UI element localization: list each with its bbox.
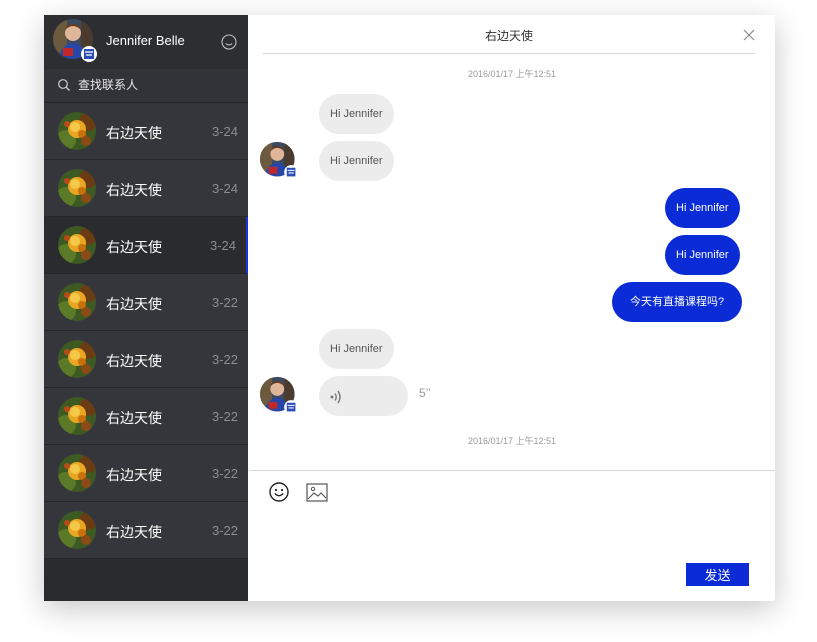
contact-date: 3-24 xyxy=(211,124,238,139)
contact-item[interactable]: 右边天使 3-22 xyxy=(44,388,248,445)
contact-date: 3-24 xyxy=(209,238,236,253)
contact-avatar xyxy=(58,112,96,150)
emoji-icon[interactable] xyxy=(268,481,290,503)
contact-item[interactable]: 右边天使 3-22 xyxy=(44,331,248,388)
contact-avatar xyxy=(58,340,96,378)
contact-avatar xyxy=(58,397,96,435)
contact-name: 右边天使 xyxy=(106,410,162,426)
message-timestamp: 2016/01/17 上午12:51 xyxy=(467,69,557,79)
incoming-message[interactable]: Hi Jennifer xyxy=(319,94,394,134)
profile-header: Jennifer Belle xyxy=(44,15,248,69)
contact-date: 3-22 xyxy=(211,295,238,310)
contact-avatar xyxy=(58,226,96,264)
voice-message[interactable] xyxy=(319,376,408,416)
message-timestamp: 2016/01/17 上午12:51 xyxy=(467,436,557,446)
sender-avatar[interactable] xyxy=(260,141,298,179)
chat-header: 右边天使 xyxy=(263,15,755,54)
composer: 发送 xyxy=(249,470,775,601)
contact-item[interactable]: 右边天使 3-24 xyxy=(44,160,248,217)
incoming-message[interactable]: Hi Jennifer xyxy=(319,141,394,181)
chat-window: Jennifer Belle 右边天使 3-24 xyxy=(44,15,775,601)
contact-item[interactable]: 右边天使 3-22 xyxy=(44,502,248,559)
smiley-icon[interactable] xyxy=(220,33,238,51)
message-input[interactable] xyxy=(268,511,762,560)
contact-item[interactable]: 右边天使 3-24 xyxy=(44,103,248,160)
search-bar xyxy=(44,69,248,103)
incoming-message[interactable]: Hi Jennifer xyxy=(319,329,394,369)
sidebar: Jennifer Belle 右边天使 3-24 xyxy=(44,15,248,601)
contact-list: 右边天使 3-24 右边天使 3-24 右边天使 3-24 右边天使 3-22 … xyxy=(44,103,248,559)
contact-item[interactable]: 右边天使 3-22 xyxy=(44,445,248,502)
outgoing-message[interactable]: 今天有直播课程吗? xyxy=(612,282,743,322)
sender-avatar[interactable] xyxy=(260,376,298,414)
contact-date: 3-22 xyxy=(211,466,238,481)
user-avatar[interactable] xyxy=(53,18,97,62)
search-icon xyxy=(57,78,71,92)
contact-name: 右边天使 xyxy=(106,467,162,483)
contact-avatar xyxy=(58,283,96,321)
contact-name: 右边天使 xyxy=(106,182,162,198)
contact-name: 右边天使 xyxy=(106,239,162,255)
contact-name: 右边天使 xyxy=(106,296,162,312)
voice-duration: 5’’ xyxy=(419,386,431,400)
contact-name: 右边天使 xyxy=(106,353,162,369)
close-icon[interactable] xyxy=(743,28,755,41)
outgoing-message[interactable]: Hi Jennifer xyxy=(665,235,740,275)
contact-item-active[interactable]: 右边天使 3-24 xyxy=(44,217,248,274)
contact-avatar xyxy=(58,511,96,549)
contact-date: 3-22 xyxy=(211,523,238,538)
contact-date: 3-22 xyxy=(211,352,238,367)
chat-title: 右边天使 xyxy=(484,29,533,43)
contact-name: 右边天使 xyxy=(106,524,162,540)
image-icon[interactable] xyxy=(306,483,328,502)
chat-panel: 右边天使 2016/01/17 上午12:51 Hi Jennifer Hi J… xyxy=(249,15,775,601)
outgoing-message[interactable]: Hi Jennifer xyxy=(665,188,740,228)
contact-date: 3-22 xyxy=(211,409,238,424)
user-name: Jennifer Belle xyxy=(106,33,185,48)
search-input[interactable] xyxy=(78,75,238,95)
contact-item[interactable]: 右边天使 3-22 xyxy=(44,274,248,331)
send-button[interactable]: 发送 xyxy=(686,563,749,586)
voice-icon xyxy=(328,387,348,407)
contact-date: 3-24 xyxy=(211,181,238,196)
contact-avatar xyxy=(58,169,96,207)
contact-avatar xyxy=(58,454,96,492)
contact-name: 右边天使 xyxy=(106,125,162,141)
